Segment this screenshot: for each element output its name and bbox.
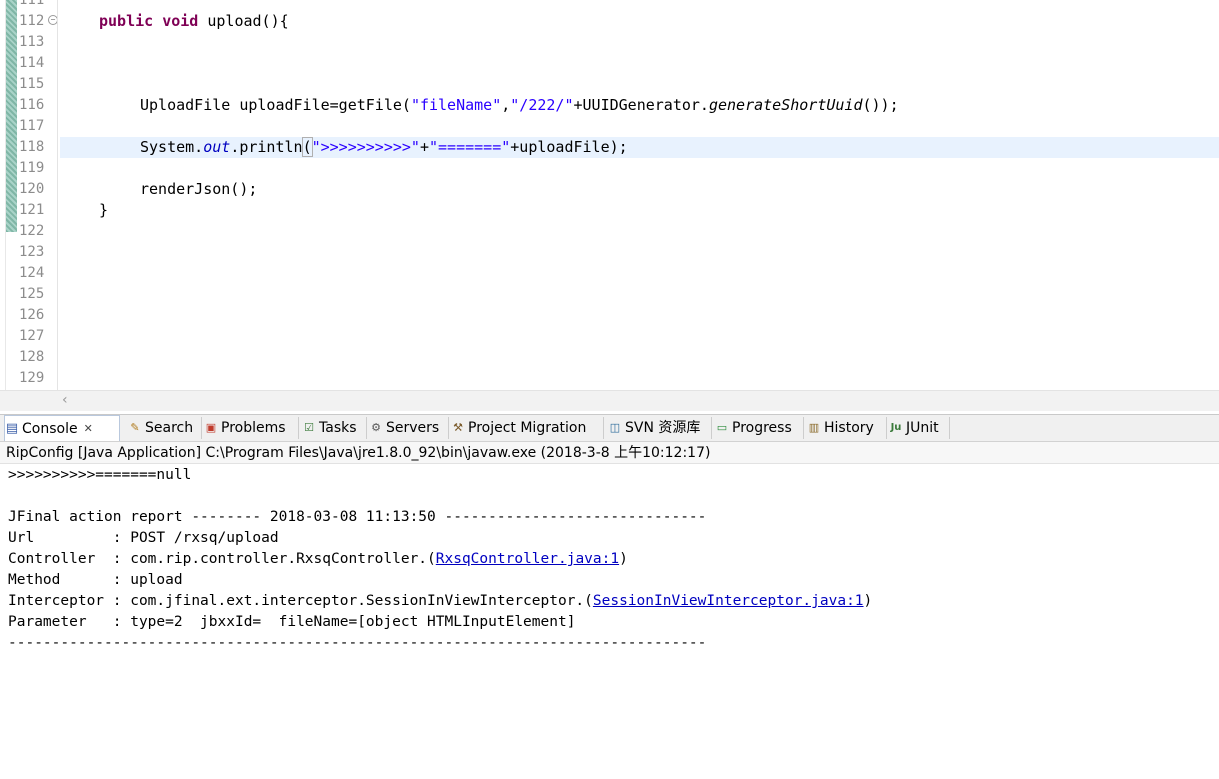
gutter-divider <box>57 0 58 390</box>
line-number: 122 <box>19 223 45 239</box>
line-number: 129 <box>19 370 45 386</box>
tab-svn-repository[interactable]: ◫ SVN 资源库 <box>608 417 712 439</box>
horizontal-scrollbar[interactable]: ‹ <box>0 390 1219 411</box>
tab-servers[interactable]: ⚙ Servers <box>369 417 449 439</box>
tab-label: JUnit <box>906 420 939 436</box>
code-string: "=======" <box>429 138 511 156</box>
stack-trace-link[interactable]: SessionInViewInterceptor.java:1 <box>593 593 864 609</box>
code-text: +UUIDGenerator. <box>573 96 709 114</box>
console-line: JFinal action report -------- 2018-03-08… <box>8 509 707 525</box>
console-text: ) <box>863 593 873 609</box>
line-number: 117 <box>19 118 45 134</box>
code-text: , <box>501 96 511 114</box>
code-line-121: } <box>99 201 109 219</box>
tab-label: History <box>824 420 874 436</box>
line-number: 116 <box>19 97 45 113</box>
code-text: ()); <box>862 96 899 114</box>
line-number: 123 <box>19 244 45 260</box>
tab-junit[interactable]: Ju JUnit <box>889 417 950 439</box>
line-number: 111 <box>19 0 45 8</box>
code-string: "/222/" <box>510 96 574 114</box>
code-keyword: public void <box>99 12 199 30</box>
code-line-118: System.out.println(">>>>>>>>>>"+"=======… <box>140 137 628 158</box>
console-line: ----------------------------------------… <box>8 635 707 651</box>
console-line: Controller : com.rip.controller.RxsqCont… <box>8 549 628 570</box>
console-line: Url : POST /rxsq/upload <box>8 530 279 546</box>
code-text: System. <box>140 138 204 156</box>
line-number: 118 <box>19 139 45 155</box>
console-text: ) <box>619 551 628 567</box>
console-line: Interceptor : com.jfinal.ext.interceptor… <box>8 591 872 612</box>
line-number: 113 <box>19 34 45 50</box>
code-line-112: public void upload(){ <box>99 11 289 32</box>
code-string: ">>>>>>>>>>" <box>311 138 420 156</box>
migration-icon: ⚒ <box>453 421 463 434</box>
line-number: 121 <box>19 202 45 218</box>
junit-icon: Ju <box>890 422 902 433</box>
tasks-icon: ☑ <box>304 421 314 434</box>
tab-label: SVN 资源库 <box>625 420 701 436</box>
line-number: 126 <box>19 307 45 323</box>
console-line: Method : upload <box>8 572 183 588</box>
tab-tasks[interactable]: ☑ Tasks <box>302 417 367 439</box>
code-line-120: renderJson(); <box>140 180 258 198</box>
code-static-method: generateShortUuid <box>708 96 863 114</box>
line-number: 124 <box>19 265 45 281</box>
code-text: +uploadFile); <box>510 138 628 156</box>
console-icon: ▤ <box>5 420 19 436</box>
tab-problems[interactable]: ▣ Problems <box>204 417 299 439</box>
code-string: "fileName" <box>410 96 502 114</box>
line-number: 114 <box>19 55 45 71</box>
tab-label: Servers <box>386 420 440 436</box>
tab-progress[interactable]: ▭ Progress <box>715 417 804 439</box>
tab-label: Tasks <box>319 420 357 436</box>
view-tab-bar: ▤ Console ✕ ✎ Search ▣ Problems ☑ Tasks … <box>0 415 1219 442</box>
console-text: Interceptor : com.jfinal.ext.interceptor… <box>8 593 593 609</box>
code-static-field: out <box>203 138 231 156</box>
code-line-116: UploadFile uploadFile=getFile("fileName"… <box>140 95 899 116</box>
line-number-gutter: 111 112 113 114 115 116 117 118 119 120 … <box>0 0 58 390</box>
close-icon[interactable]: ✕ <box>84 418 93 440</box>
console-text: Controller : com.rip.controller.RxsqCont… <box>8 551 436 567</box>
code-text: + <box>419 138 429 156</box>
svn-icon: ◫ <box>609 421 621 434</box>
tab-project-migration[interactable]: ⚒ Project Migration <box>451 417 604 439</box>
tab-search[interactable]: ✎ Search <box>128 417 202 439</box>
console-panel: ▤ Console ✕ ✎ Search ▣ Problems ☑ Tasks … <box>0 414 1219 779</box>
tab-console[interactable]: ▤ Console ✕ <box>4 415 120 441</box>
history-icon: ▥ <box>808 421 820 434</box>
tab-label: Problems <box>221 420 286 436</box>
matching-bracket: ( <box>301 137 313 157</box>
line-number: 119 <box>19 160 45 176</box>
tab-label: Console <box>22 420 78 437</box>
console-line: >>>>>>>>>>=======null <box>8 467 192 483</box>
line-number: 127 <box>19 328 45 344</box>
tab-history[interactable]: ▥ History <box>807 417 887 439</box>
scroll-left-icon[interactable]: ‹ <box>62 392 68 408</box>
line-number: 128 <box>19 349 45 365</box>
code-editor[interactable]: 111 112 113 114 115 116 117 118 119 120 … <box>0 0 1219 390</box>
servers-icon: ⚙ <box>371 421 381 434</box>
search-icon: ✎ <box>130 421 140 434</box>
code-text: .println <box>230 138 303 156</box>
line-number: 120 <box>19 181 45 197</box>
change-marker <box>6 0 17 232</box>
console-line: Parameter : type=2 jbxxId= fileName=[obj… <box>8 614 576 630</box>
process-description: RipConfig [Java Application] C:\Program … <box>0 442 1219 464</box>
problems-icon: ▣ <box>205 421 217 434</box>
line-number: 125 <box>19 286 45 302</box>
line-number: 115 <box>19 76 45 92</box>
stack-trace-link[interactable]: RxsqController.java:1 <box>436 551 619 567</box>
progress-icon: ▭ <box>716 421 728 434</box>
tab-label: Search <box>145 420 194 436</box>
tab-label: Project Migration <box>468 420 587 436</box>
tab-label: Progress <box>732 420 792 436</box>
code-text: UploadFile uploadFile=getFile( <box>140 96 411 114</box>
code-text: upload(){ <box>198 12 289 30</box>
